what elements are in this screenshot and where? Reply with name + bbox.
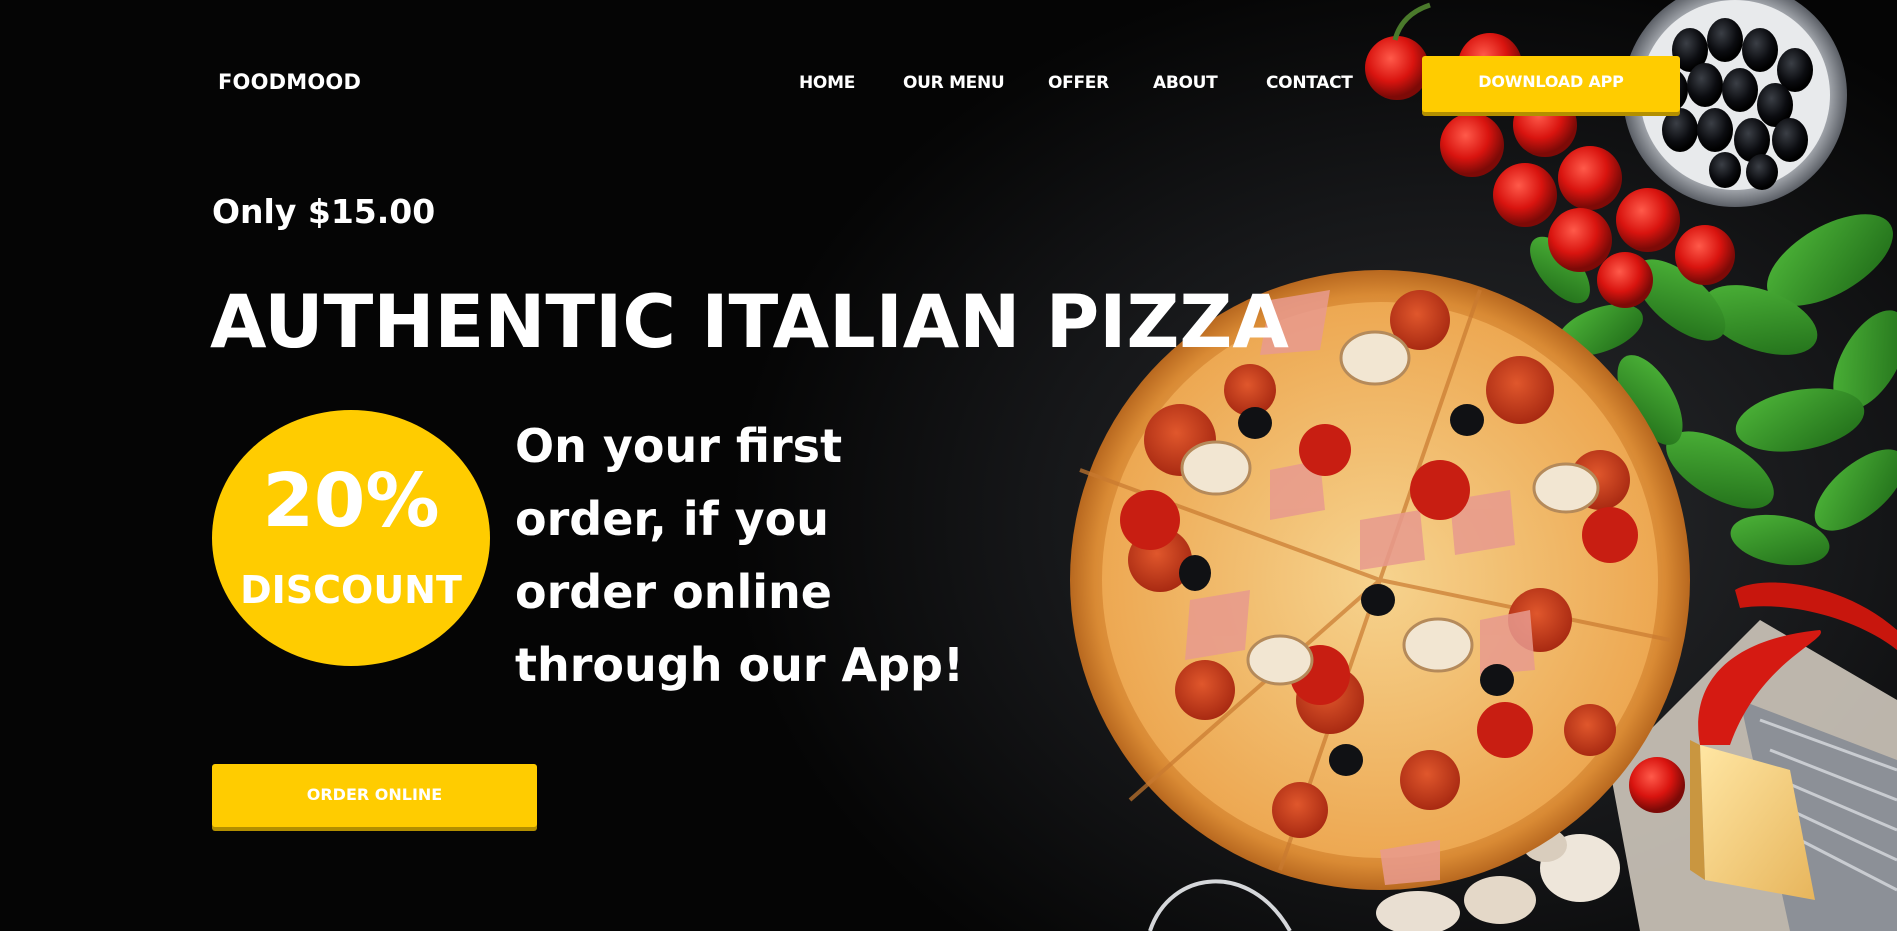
nav-link-home[interactable]: HOME bbox=[799, 73, 855, 93]
discount-badge: 20% DISCOUNT bbox=[212, 410, 490, 666]
offer-line: order online bbox=[515, 565, 832, 619]
offer-text: On your first order, if you order online… bbox=[515, 410, 1035, 702]
hero-headline: AUTHENTIC ITALIAN PIZZA bbox=[210, 280, 1289, 365]
discount-percent: 20% bbox=[262, 458, 440, 544]
discount-label: DISCOUNT bbox=[240, 568, 462, 612]
brand-logo[interactable]: FOODMOOD bbox=[218, 70, 361, 94]
order-online-button[interactable]: ORDER ONLINE bbox=[212, 764, 537, 827]
page: FOODMOOD HOME OUR MENU OFFER ABOUT CONTA… bbox=[0, 0, 1897, 931]
offer-line: order, if you bbox=[515, 492, 829, 546]
offer-line: through our App! bbox=[515, 638, 964, 692]
nav-link-offer[interactable]: OFFER bbox=[1048, 73, 1109, 93]
offer-line: On your first bbox=[515, 419, 843, 473]
nav-link-contact[interactable]: CONTACT bbox=[1266, 73, 1353, 93]
nav-link-our-menu[interactable]: OUR MENU bbox=[903, 73, 1005, 93]
nav-link-about[interactable]: ABOUT bbox=[1153, 73, 1218, 93]
download-app-button[interactable]: DOWNLOAD APP bbox=[1422, 56, 1680, 112]
price-label: Only $15.00 bbox=[212, 192, 436, 231]
